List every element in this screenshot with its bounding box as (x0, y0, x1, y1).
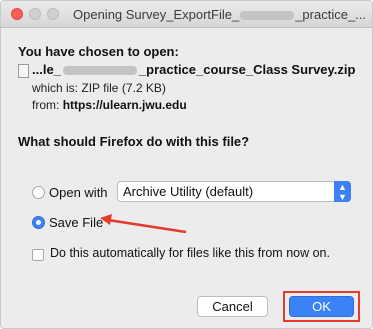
file-name: ...le_ _practice_course_Class Survey.zip (32, 62, 355, 77)
auto-action-label[interactable]: Do this automatically for files like thi… (50, 246, 330, 260)
open-with-select[interactable]: Archive Utility (default) ▲ ▼ (117, 181, 351, 202)
file-source-label: from: (32, 98, 60, 112)
open-heading: You have chosen to open: (18, 44, 179, 59)
action-question: What should Firefox do with this file? (18, 134, 250, 149)
cancel-button[interactable]: Cancel (197, 296, 268, 317)
chevron-updown-icon[interactable]: ▲ ▼ (334, 181, 351, 202)
zoom-window-button[interactable] (47, 8, 59, 20)
file-name-suffix: _practice_course_Class Survey.zip (138, 62, 356, 77)
open-with-radio[interactable] (32, 186, 45, 199)
file-type-value: ZIP file (7.2 KB) (81, 81, 166, 95)
save-file-label[interactable]: Save File (49, 215, 103, 230)
title-bar: Opening Survey_ExportFile_ _practice_... (1, 1, 372, 28)
window-title: Opening Survey_ExportFile_ _practice_... (73, 7, 366, 22)
file-type-label: which is: (32, 81, 79, 95)
annotation-arrow (100, 214, 187, 234)
file-type-row: which is: ZIP file (7.2 KB) (32, 81, 166, 95)
redacted-blur (62, 66, 137, 76)
close-window-button[interactable] (11, 8, 23, 20)
minimize-window-button[interactable] (29, 8, 41, 20)
annotation-highlight-box (283, 291, 360, 322)
save-file-radio[interactable] (32, 216, 45, 229)
redacted-blur (240, 11, 295, 21)
file-icon (18, 64, 29, 78)
auto-action-checkbox[interactable] (32, 249, 44, 261)
file-source-value: https://ulearn.jwu.edu (62, 98, 187, 112)
title-suffix: _practice_... (295, 7, 367, 22)
open-with-selected-app: Archive Utility (default) (123, 184, 254, 199)
file-source-row: from: https://ulearn.jwu.edu (32, 98, 187, 112)
open-with-label[interactable]: Open with (49, 185, 108, 200)
title-prefix: Opening Survey_ExportFile_ (73, 7, 240, 22)
file-name-prefix: ...le_ (32, 62, 61, 77)
